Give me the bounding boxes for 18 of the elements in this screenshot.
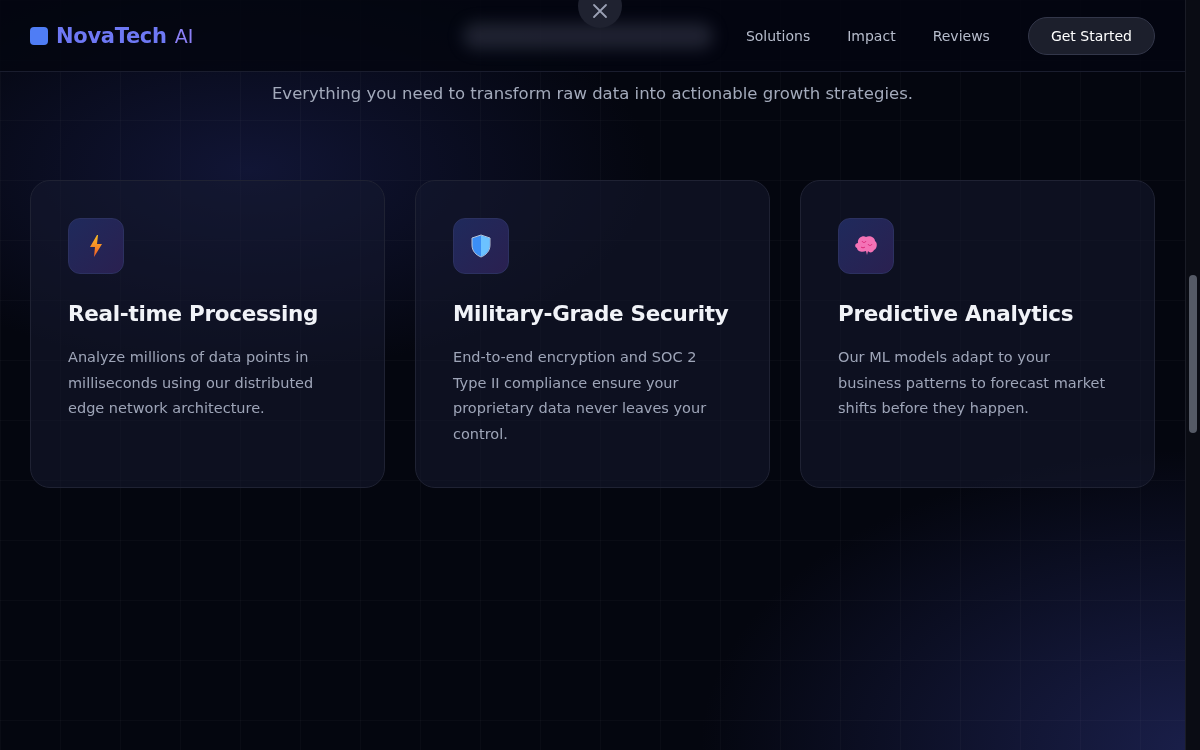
feature-title: Real-time Processing [68,301,320,326]
feature-description: Analyze millions of data points in milliseconds using our distributed edge network architecture. [68,348,315,418]
nav-link[interactable]: Solutions [745,27,811,44]
scrollbar-thumb[interactable] [1189,275,1197,433]
lightning-icon [89,235,103,257]
feature-description: End-to-end encryption and SOC 2 Type II compliance ensure your proprietary data never leaves your control. [453,348,708,444]
logo-suffix: AI [174,24,194,47]
logo-square-icon [30,26,48,45]
section-subtitle: Everything you need to transform raw data into actionable growth strategies. [270,84,915,103]
shield-icon [471,234,491,258]
close-icon [592,3,608,19]
nav-link[interactable]: Impact [847,27,896,44]
feature-description: Our ML models adapt to your business patterns to forecast market shifts before they happen. [838,348,1107,418]
feature-title: Military-Grade Security [453,301,730,326]
feature-title: Predictive Analytics [838,301,1075,326]
logo-name[interactable]: NovaTech [56,23,167,48]
nav-link[interactable]: Reviews [932,27,990,44]
get-started-button[interactable]: Get Started [1027,16,1155,55]
